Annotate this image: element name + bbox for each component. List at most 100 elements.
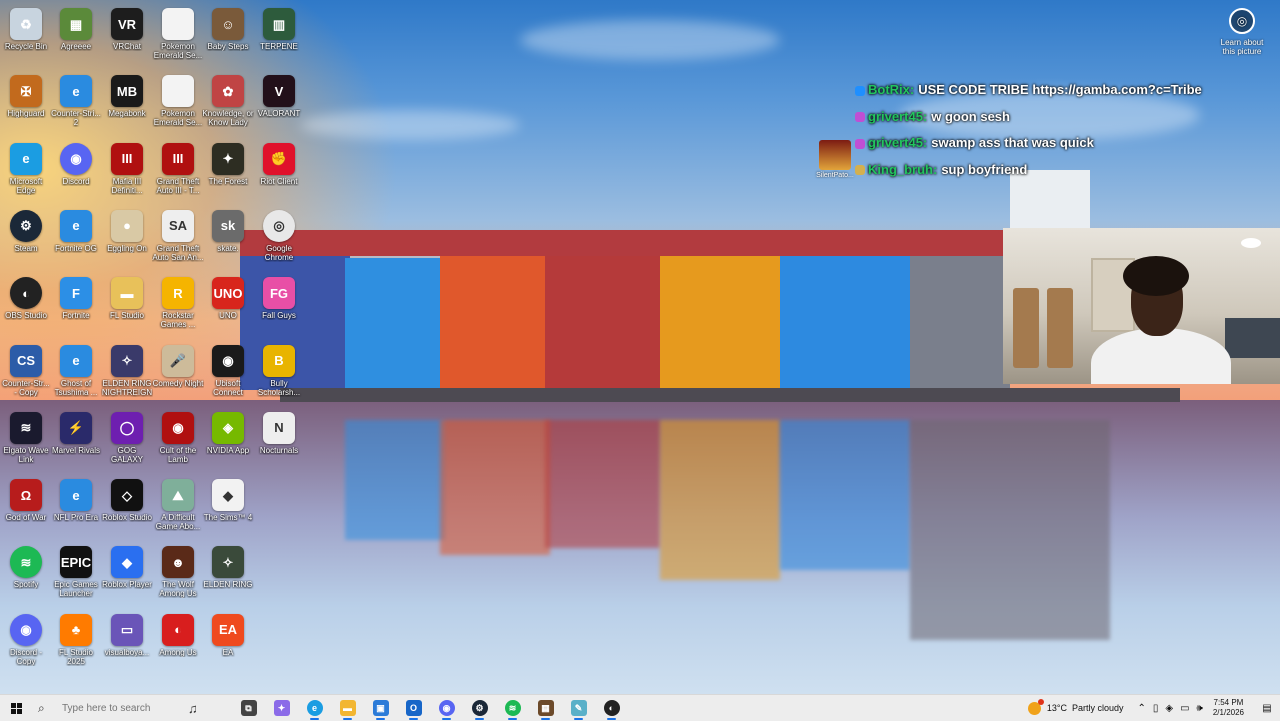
desktop-icon[interactable]: ▦ Agreeee <box>50 4 102 51</box>
taskbar-clock[interactable]: 7:54 PM 2/1/2026 <box>1213 698 1244 718</box>
desktop-icon[interactable]: FG Fall Guys <box>253 273 305 320</box>
desktop-icon[interactable]: ⛰ A Difficult Game Abo... <box>152 475 204 531</box>
desktop-icon[interactable]: ◐ Among Us <box>152 610 204 657</box>
taskbar-app-spotify[interactable]: ≋ <box>496 695 529 721</box>
desktop-icon[interactable]: ◐ OBS Studio <box>0 273 52 320</box>
desktop-icon[interactable]: ☻ The Wolf Among Us <box>152 542 204 598</box>
desktop-icon[interactable]: ◆ The Sims™ 4 <box>202 475 254 522</box>
desktop-icon[interactable]: UNO UNO <box>202 273 254 320</box>
desktop-icon-label: Microsoft Edge <box>9 176 43 195</box>
weather-widget[interactable]: 13°C Partly cloudy <box>1027 698 1123 715</box>
desktop-icon[interactable]: ● Eggling On <box>101 206 153 253</box>
desktop-icon[interactable]: ✧ ELDEN RING <box>202 542 254 589</box>
desktop-icon[interactable]: B Bully Scholarsh... <box>253 341 305 397</box>
egg-icon: ● <box>111 209 143 242</box>
gta-sa-icon: SA <box>162 209 194 242</box>
desktop-icon[interactable]: N Nocturnals <box>253 408 305 455</box>
desktop-icon[interactable]: ◉ Cult of the Lamb <box>152 408 204 464</box>
desktop-icon-label: Grand Theft Auto III - T... <box>156 176 200 195</box>
desktop-icon[interactable]: Pokemon Emerald Se... <box>152 4 204 60</box>
highguard-icon: ✠ <box>10 75 42 108</box>
roblox-studio-icon: ◇ <box>111 479 143 512</box>
desktop-icon[interactable]: ☺ Baby Steps <box>202 4 254 51</box>
desktop-icon[interactable]: e Counter-Stri... 2 <box>50 71 102 127</box>
desktop-icon[interactable]: SA Grand Theft Auto San An... <box>152 206 204 262</box>
desktop-icon-label: visualboya... <box>104 647 150 657</box>
desktop-icon[interactable]: e Fortnite OG <box>50 206 102 253</box>
desktop-icon[interactable]: e Microsoft Edge <box>0 139 52 195</box>
desktop-icon[interactable]: ≋ Elgato Wave Link <box>0 408 52 464</box>
desktop-icon[interactable]: Pokemon Emerald Se... <box>152 71 204 127</box>
desktop-icon[interactable]: ✠ Highguard <box>0 71 52 118</box>
desktop-icon[interactable]: ▥ TERPENE <box>253 4 305 51</box>
desktop-icon[interactable]: VR VRChat <box>101 4 153 51</box>
desktop-icon[interactable]: ⚙ Steam <box>0 206 52 253</box>
desktop-icon[interactable]: ⚡ Marvel Rivals <box>50 408 102 455</box>
taskbar-app-store[interactable]: ▣ <box>364 695 397 721</box>
desktop-icon[interactable]: III Mafia III Definiti... <box>101 139 153 195</box>
desktop-icon[interactable]: ◉ Discord - Copy <box>0 610 52 666</box>
taskbar-app-edge[interactable]: e <box>298 695 331 721</box>
learn-about-picture[interactable]: ◎ Learn about this picture <box>1214 8 1270 56</box>
desktop-icon[interactable]: ▬ FL Studio <box>101 273 153 320</box>
taskbar-app-file-explorer[interactable]: ▬ <box>331 695 364 721</box>
taskbar-search[interactable]: ⌕ ♫ <box>32 695 232 721</box>
desktop-icon[interactable]: EPIC Epic Games Launcher <box>50 542 102 598</box>
desktop-icon[interactable]: V VALORANT <box>253 71 305 118</box>
desktop-icon[interactable]: Ω God of War <box>0 475 52 522</box>
network-icon[interactable]: ▭ <box>1180 703 1189 714</box>
webcam-ceiling-fan <box>1241 238 1261 248</box>
desktop-icon[interactable]: ♻ Recycle Bin <box>0 4 52 51</box>
chevron-up-icon[interactable]: ⌃ <box>1137 703 1145 714</box>
desktop-icon[interactable]: ≋ Spotify <box>0 542 52 589</box>
desktop-icon-label: OBS Studio <box>5 311 47 321</box>
chat-badge-icon <box>855 165 865 176</box>
start-button[interactable] <box>0 695 32 721</box>
taskbar-app-obs[interactable]: ◐ <box>595 695 628 721</box>
desktop-icon[interactable]: e NFL Pro Era <box>50 475 102 522</box>
desktop-icon[interactable]: ◉ Discord <box>50 139 102 186</box>
desktop-icon-label: FL Studio <box>110 311 144 321</box>
taskbar-app-steam[interactable]: ⚙ <box>463 695 496 721</box>
desktop-icon[interactable]: sk skate. <box>202 206 254 253</box>
volume-icon[interactable]: 🕪 <box>1197 703 1203 714</box>
desktop-icon[interactable]: e Ghost of Tsushima ... <box>50 341 102 397</box>
desktop-icon[interactable]: ✿ Knowledge, or Know Lady <box>202 71 254 127</box>
desktop-icon[interactable]: F Fortnite <box>50 273 102 320</box>
internet-explorer-icon: e <box>60 479 92 512</box>
desktop-icon[interactable]: ✧ ELDEN RING NIGHTREIGN <box>101 341 153 397</box>
desktop-icon[interactable]: ◇ Roblox Studio <box>101 475 153 522</box>
chat-text: USE CODE TRIBE https://gamba.com?c=Tribe <box>918 82 1202 97</box>
copilot-icon: ✦ <box>273 700 290 716</box>
megabonk-icon: MB <box>111 75 143 108</box>
search-input[interactable] <box>60 701 184 715</box>
desktop-icon[interactable]: III Grand Theft Auto III - T... <box>152 139 204 195</box>
usb-icon[interactable]: ▯ <box>1153 703 1159 714</box>
desktop-icon[interactable]: EA EA <box>202 610 254 657</box>
desktop-icon[interactable]: R Rockstar Games ... <box>152 273 204 329</box>
desktop-icon[interactable]: ♣ FL Studio 2025 <box>50 610 102 666</box>
desktop-icon[interactable]: 🎤 Comedy Night <box>152 341 204 388</box>
desktop-icon[interactable]: ▭ visualboya... <box>101 610 153 657</box>
desktop-icon[interactable]: ✊ Riot Client <box>253 139 305 186</box>
speaker-icon[interactable]: ◈ <box>1165 703 1173 714</box>
elden-ring-icon: ✧ <box>212 546 244 579</box>
taskbar-app-outlook[interactable]: O <box>397 695 430 721</box>
desktop-icon[interactable]: ◈ NVIDIA App <box>202 408 254 455</box>
desktop-icon[interactable]: ◎ Google Chrome <box>253 206 305 262</box>
taskbar-app-task-view[interactable]: ⧉ <box>232 695 265 721</box>
desktop-icon[interactable]: ◉ Ubisoft Connect <box>202 341 254 397</box>
desktop-icon[interactable]: ◯ GOG GALAXY <box>101 408 153 464</box>
taskbar-app-minecraft[interactable]: ▦ <box>529 695 562 721</box>
desktop-icon[interactable]: CS Counter-Str... - Copy <box>0 341 52 397</box>
desktop-icon[interactable]: ◆ Roblox Player <box>101 542 153 589</box>
taskbar-app-discord[interactable]: ◉ <box>430 695 463 721</box>
wallpaper-house <box>780 240 910 388</box>
taskbar-app-copilot[interactable]: ✦ <box>265 695 298 721</box>
desktop-icon[interactable]: MB Megabonk <box>101 71 153 118</box>
riot-client-icon: ✊ <box>263 142 295 175</box>
notification-center-icon[interactable]: ▤ <box>1254 695 1280 721</box>
desktop-icon[interactable]: ✦ The Forest <box>202 139 254 186</box>
taskbar-app-editor[interactable]: ✎ <box>562 695 595 721</box>
desktop-icon-silentpato[interactable]: SilentPato... <box>814 140 856 179</box>
